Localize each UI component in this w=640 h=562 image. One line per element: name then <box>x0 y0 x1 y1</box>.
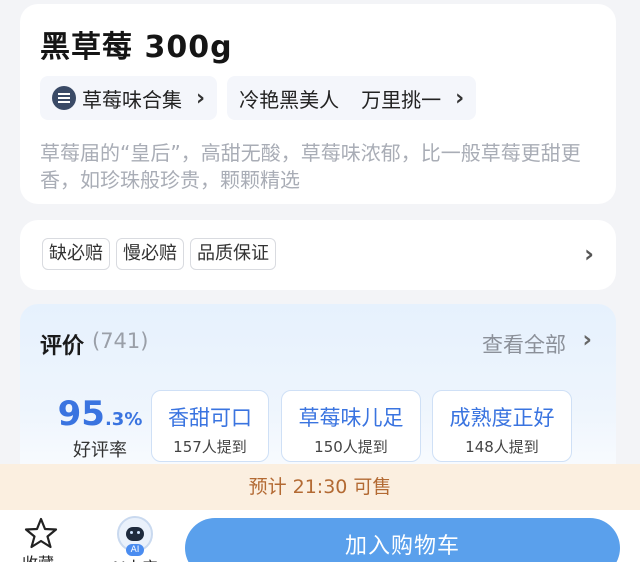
add-to-cart-button[interactable]: 加入购物车 <box>185 518 620 562</box>
guarantee-card[interactable]: 缺必赔 慢必赔 品质保证 › <box>20 220 616 290</box>
guarantee-tags: 缺必赔 慢必赔 品质保证 <box>42 238 276 270</box>
positive-rate: 95.3% 好评率 <box>50 394 150 462</box>
chevron-right-icon: › <box>455 85 465 111</box>
chevron-right-icon: › <box>196 85 206 111</box>
keyword-mentions: 157人提到 <box>173 438 247 456</box>
feature-tags-link[interactable]: 冷艳黑美人 万里挑一 › <box>227 76 477 120</box>
chevron-right-icon[interactable]: › <box>584 240 594 268</box>
keyword-mentions: 150人提到 <box>314 438 388 456</box>
feature-tag: 冷艳黑美人 <box>239 87 340 112</box>
favorite-label: 收藏 <box>22 550 54 562</box>
product-card: 黑草莓 300g 草莓味合集 › 冷艳黑美人 万里挑一 › 草莓届的“皇后”，高… <box>20 4 616 204</box>
ai-label: AI小店 <box>110 554 158 562</box>
collection-link[interactable]: 草莓味合集 › <box>40 76 218 120</box>
product-tags-row: 草莓味合集 › 冷艳黑美人 万里挑一 › <box>40 76 477 120</box>
product-description: 草莓届的“皇后”，高甜无酸，草莓味浓郁，比一般草莓更甜更香，如珍珠般珍贵，颗颗精… <box>40 141 581 192</box>
collection-label: 草莓味合集 <box>82 87 182 112</box>
review-keyword[interactable]: 香甜可口 157人提到 <box>151 390 269 462</box>
keyword-mentions: 148人提到 <box>465 438 539 456</box>
rating-value: 95 <box>57 394 105 434</box>
bottom-action-bar: 收藏 AI AI小店 加入购物车 <box>0 510 640 562</box>
sale-time-banner: 预计 21:30 可售 <box>0 464 640 510</box>
feature-tag: 万里挑一 <box>361 87 442 112</box>
review-keyword[interactable]: 草莓味儿足 150人提到 <box>281 390 421 462</box>
keyword-text: 成熟度正好 <box>449 406 555 430</box>
guarantee-tag: 慢必赔 <box>116 238 184 270</box>
keyword-text: 草莓味儿足 <box>298 406 404 430</box>
rating-label: 好评率 <box>73 440 127 461</box>
product-title: 黑草莓 300g <box>40 30 233 65</box>
guarantee-tag: 缺必赔 <box>42 238 110 270</box>
review-count: (741) <box>92 329 149 353</box>
view-all-link[interactable]: 查看全部 <box>482 329 566 359</box>
review-keyword[interactable]: 成熟度正好 148人提到 <box>432 390 572 462</box>
rating-percent: .3% <box>104 409 143 430</box>
collection-icon <box>52 86 76 110</box>
guarantee-tag: 品质保证 <box>190 238 276 270</box>
star-icon <box>24 517 58 549</box>
chevron-right-icon[interactable]: › <box>583 327 592 353</box>
review-title: 评价 <box>40 334 85 359</box>
keyword-text: 香甜可口 <box>168 406 252 430</box>
